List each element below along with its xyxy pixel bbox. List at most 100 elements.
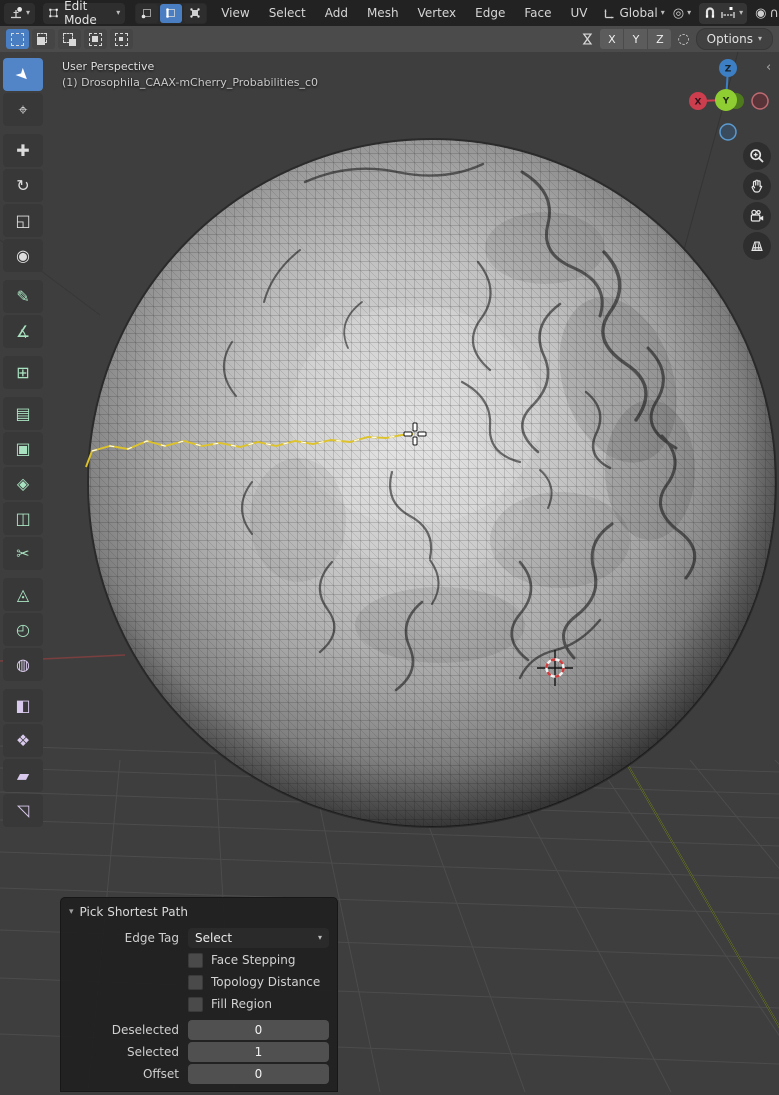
menu-edge[interactable]: Edge bbox=[475, 6, 505, 20]
tool-select-box[interactable]: ➤ bbox=[3, 58, 43, 91]
navigation-gizmo[interactable]: Z X Y bbox=[683, 52, 775, 144]
svg-text:X: X bbox=[695, 98, 702, 108]
checkbox-fill-region[interactable] bbox=[188, 997, 203, 1012]
editor-type-button[interactable]: ▾ bbox=[4, 3, 35, 24]
grid-perspective-icon bbox=[749, 238, 765, 254]
menu-uv[interactable]: UV bbox=[570, 6, 587, 20]
checkbox-row: Face Stepping bbox=[69, 950, 329, 970]
edge-tag-label: Edge Tag bbox=[69, 931, 179, 945]
tool-poly-build[interactable]: ◬ bbox=[3, 578, 43, 611]
select-action-set-button[interactable] bbox=[6, 29, 29, 49]
checkbox-label: Topology Distance bbox=[211, 975, 320, 989]
falloff-curve-icon[interactable]: ∩ bbox=[769, 7, 779, 20]
mirror-x-button[interactable]: X bbox=[600, 29, 623, 49]
tool-smooth[interactable]: ◍ bbox=[3, 648, 43, 681]
select-mode-vertex-button[interactable] bbox=[136, 4, 158, 23]
gizmo-axis-z-neg[interactable] bbox=[720, 124, 736, 140]
mode-label: Edit Mode bbox=[62, 0, 113, 27]
magnet-icon[interactable] bbox=[703, 6, 717, 20]
field-row-selected: Selected1 bbox=[69, 1042, 329, 1062]
tool-bevel[interactable]: ◈ bbox=[3, 467, 43, 500]
tool-loop-cut[interactable]: ◫ bbox=[3, 502, 43, 535]
menu-add[interactable]: Add bbox=[325, 6, 348, 20]
tool-measure[interactable]: ∡ bbox=[3, 315, 43, 348]
options-dropdown[interactable]: Options ▾ bbox=[696, 28, 773, 50]
mirror-axis-group: X Y Z bbox=[600, 29, 671, 49]
sidebar-collapse-arrow[interactable]: ‹ bbox=[766, 60, 771, 75]
tool-rotate[interactable]: ↻ bbox=[3, 169, 43, 202]
tool-rip-region[interactable]: ◹ bbox=[3, 794, 43, 827]
spin-icon: ◴ bbox=[16, 622, 30, 638]
menu-select[interactable]: Select bbox=[269, 6, 306, 20]
tool-extrude-region[interactable]: ▤ bbox=[3, 397, 43, 430]
orientation-axes-icon bbox=[603, 7, 616, 20]
tool-annotate[interactable]: ✎ bbox=[3, 280, 43, 313]
tool-cursor[interactable]: ⌖ bbox=[3, 93, 43, 126]
tool-shear[interactable]: ▰ bbox=[3, 759, 43, 792]
select-mode-face-button[interactable] bbox=[184, 4, 206, 23]
panel-collapse-icon[interactable]: ▾ bbox=[69, 908, 74, 917]
knife-icon: ✂ bbox=[16, 546, 29, 562]
select-action-invert-button[interactable] bbox=[84, 29, 107, 49]
mirror-y-button[interactable]: Y bbox=[624, 29, 647, 49]
checkbox-label: Face Stepping bbox=[211, 953, 295, 967]
gizmo-axis-x-neg[interactable] bbox=[752, 93, 768, 109]
chevron-down-icon: ▾ bbox=[661, 9, 665, 17]
tool-knife[interactable]: ✂ bbox=[3, 537, 43, 570]
rotate-icon: ↻ bbox=[16, 178, 29, 194]
field-value-offset[interactable]: 0 bbox=[188, 1064, 329, 1084]
shear-icon: ▰ bbox=[17, 768, 29, 784]
tool-scale[interactable]: ◱ bbox=[3, 204, 43, 237]
field-value-selected[interactable]: 1 bbox=[188, 1042, 329, 1062]
checkbox-face-stepping[interactable] bbox=[188, 953, 203, 968]
smooth-icon: ◍ bbox=[16, 657, 30, 673]
edge-slide-icon: ◧ bbox=[15, 698, 30, 714]
orientation-label: Global bbox=[619, 6, 657, 20]
tool-settings-bar: ⋈ X Y Z ◌ Options ▾ bbox=[0, 26, 779, 52]
pivot-point-dropdown[interactable]: ◎ ▾ bbox=[673, 7, 691, 20]
camera-icon bbox=[749, 208, 765, 224]
menu-view[interactable]: View bbox=[221, 6, 249, 20]
tool-shrink-fatten[interactable]: ❖ bbox=[3, 724, 43, 757]
svg-text:Z: Z bbox=[725, 65, 732, 75]
3d-cursor-icon: ⌖ bbox=[18, 102, 27, 118]
move-icon: ✚ bbox=[16, 143, 29, 159]
snap-target-icon[interactable] bbox=[720, 6, 736, 20]
menu-face[interactable]: Face bbox=[524, 6, 551, 20]
field-label: Offset bbox=[69, 1067, 179, 1081]
perspective-toggle-button[interactable] bbox=[743, 232, 771, 260]
select-action-subtract-icon bbox=[63, 33, 76, 46]
mode-dropdown[interactable]: Edit Mode ▾ bbox=[43, 3, 125, 24]
edit-mode-icon bbox=[48, 6, 59, 20]
tool-edge-slide[interactable]: ◧ bbox=[3, 689, 43, 722]
active-object-label: (1) Drosophila_CAAX-mCherry_Probabilitie… bbox=[62, 76, 318, 89]
snap-base-icon[interactable]: ◌ bbox=[677, 31, 689, 47]
tool-transform[interactable]: ◉ bbox=[3, 239, 43, 272]
tool-inset-faces[interactable]: ▣ bbox=[3, 432, 43, 465]
tool-spin[interactable]: ◴ bbox=[3, 613, 43, 646]
checkbox-topology-distance[interactable] bbox=[188, 975, 203, 990]
select-action-subtract-button[interactable] bbox=[58, 29, 81, 49]
field-row-deselected: Deselected0 bbox=[69, 1020, 329, 1040]
tool-add-cube[interactable]: ⊞ bbox=[3, 356, 43, 389]
pan-button[interactable] bbox=[743, 172, 771, 200]
select-action-extend-button[interactable] bbox=[32, 29, 55, 49]
field-value-deselected[interactable]: 0 bbox=[188, 1020, 329, 1040]
proportional-editing-icon[interactable]: ◉ bbox=[755, 7, 766, 20]
transform-orientation-dropdown[interactable]: Global ▾ bbox=[603, 6, 664, 20]
select-action-mode-group bbox=[6, 29, 133, 49]
loop-cut-icon: ◫ bbox=[15, 511, 30, 527]
edge-tag-select[interactable]: Select ▾ bbox=[188, 928, 329, 948]
zoom-button[interactable] bbox=[743, 142, 771, 170]
menu-mesh[interactable]: Mesh bbox=[367, 6, 399, 20]
bevel-icon: ◈ bbox=[17, 476, 29, 492]
select-action-extend-icon bbox=[37, 33, 50, 46]
menu-vertex[interactable]: Vertex bbox=[418, 6, 457, 20]
mirror-z-button[interactable]: Z bbox=[648, 29, 671, 49]
camera-view-button[interactable] bbox=[743, 202, 771, 230]
edge-tag-value: Select bbox=[195, 931, 232, 945]
select-action-intersect-button[interactable] bbox=[110, 29, 133, 49]
select-mode-edge-button[interactable] bbox=[160, 4, 182, 23]
tool-move[interactable]: ✚ bbox=[3, 134, 43, 167]
checkbox-row: Fill Region bbox=[69, 994, 329, 1014]
